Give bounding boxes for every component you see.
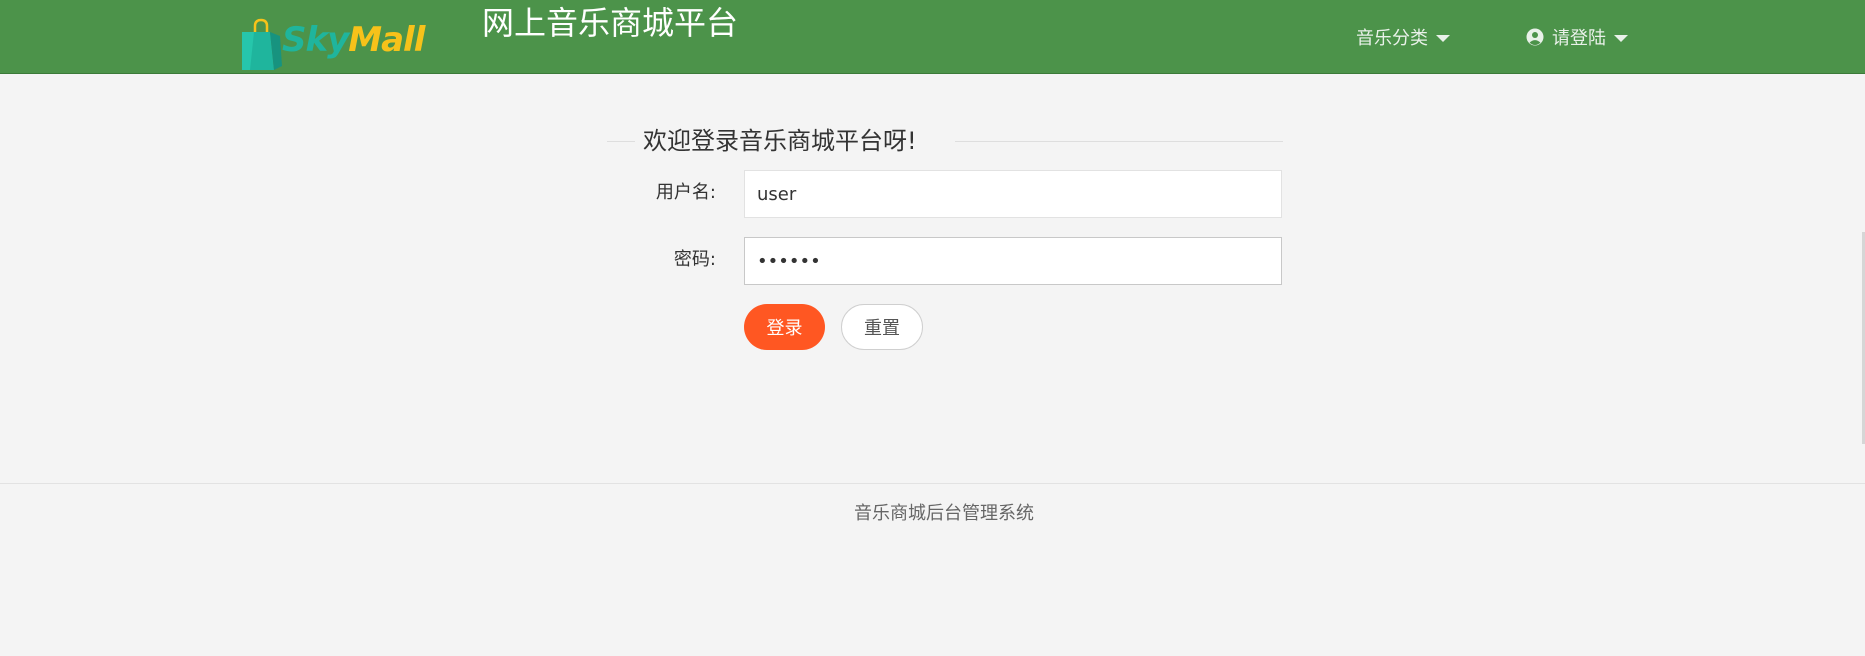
reset-button[interactable]: 重置 (841, 304, 923, 350)
shopping-bag-icon (242, 18, 282, 70)
footer-text: 音乐商城后台管理系统 (854, 503, 1034, 524)
nav-login-menu[interactable]: 请登陆 (1526, 22, 1628, 52)
site-logo[interactable]: SkyMall (238, 10, 425, 70)
nav-music-category-label: 音乐分类 (1356, 28, 1428, 49)
caret-down-icon (1614, 34, 1628, 42)
site-title: 网上音乐商城平台 (482, 5, 739, 41)
username-label: 用户名: (655, 182, 716, 203)
login-legend: 欢迎登录音乐商城平台呀! (643, 127, 917, 155)
login-button[interactable]: 登录 (744, 304, 825, 350)
username-input[interactable] (744, 170, 1282, 218)
password-input[interactable] (744, 237, 1282, 285)
nav-music-category[interactable]: 音乐分类 (1356, 22, 1450, 52)
user-circle-icon (1526, 28, 1544, 46)
footer-divider (0, 483, 1865, 484)
legend-divider-left (607, 141, 635, 142)
password-label: 密码: (673, 249, 716, 270)
logo-text-sky: Sky (282, 20, 349, 60)
logo-text-mall: Mall (348, 20, 425, 60)
caret-down-icon (1436, 34, 1450, 42)
logo-text: SkyMall (282, 20, 425, 60)
nav-login-label: 请登陆 (1552, 28, 1606, 49)
legend-divider-right (955, 141, 1283, 142)
top-header: SkyMall 网上音乐商城平台 音乐分类 请登陆 (0, 0, 1865, 74)
